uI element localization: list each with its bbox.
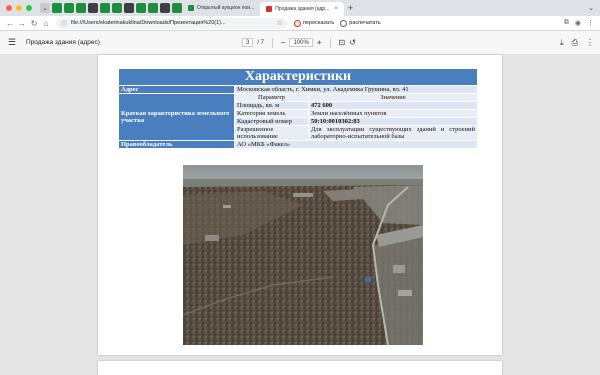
pdf-actions: ⤓ ⎙ ⋮ [560, 38, 594, 48]
file-info-icon[interactable]: ⓘ [61, 19, 67, 28]
print-chip-icon [340, 19, 348, 27]
table-cell-param: Кадастровый номер [234, 117, 309, 126]
forward-arrow-icon[interactable]: → [16, 19, 28, 28]
pinned-tab-11[interactable] [172, 3, 182, 13]
address-bar: ← → ↻ ⌂ ⓘ file:///Users/ekaterinakuklina… [0, 16, 600, 31]
pinned-tab-6[interactable] [112, 3, 122, 13]
land-label: Краткая характеристика земельного участк… [118, 93, 235, 141]
table-cell-value: Земли населённых пунктов [308, 109, 478, 118]
pinned-tab-9[interactable] [148, 3, 158, 13]
pinned-tab-1[interactable] [52, 3, 62, 13]
menu-hamburger-icon[interactable]: ☰ [0, 37, 24, 48]
document-title: Продажа здания (адрес) [26, 39, 100, 46]
home-icon[interactable]: ⌂ [40, 19, 52, 28]
more-actions-icon[interactable]: ⋮ [586, 38, 594, 48]
minimize-window-button[interactable] [16, 5, 22, 11]
aerial-photo [183, 165, 423, 345]
zoom-in-button[interactable]: + [317, 38, 322, 47]
page-number-input[interactable]: 3 [242, 38, 254, 47]
reload-icon[interactable]: ↻ [28, 19, 40, 28]
toolbar-divider [272, 37, 274, 48]
pinned-tab-2[interactable] [64, 3, 74, 13]
address-value: Московская область, г. Химки, ул. Академ… [234, 85, 478, 94]
owner-label: Правообладатель [118, 140, 235, 149]
table-cell-value: Для эксплуатации существующих зданий и с… [308, 125, 478, 141]
rotate-icon[interactable]: ↺ [349, 38, 356, 47]
back-arrow-icon[interactable]: ← [4, 19, 16, 28]
tab-strip: ⌄ Открытый аукцион пои... Продажа здания… [0, 0, 600, 16]
tab-favicon-icon [188, 5, 194, 11]
tab-pdf-active[interactable]: Продажа здания (адр... × [260, 2, 344, 16]
table-cell-param: Категория земель [234, 109, 309, 118]
zoom-input[interactable]: 100% [289, 38, 313, 47]
retell-button[interactable]: пересказать [294, 19, 335, 27]
pinned-tab-3[interactable] [76, 3, 86, 13]
tab-list-chevron-icon[interactable]: ⌄ [588, 4, 594, 12]
menu-dots-icon[interactable]: ⋮ [587, 19, 594, 27]
maximize-window-button[interactable] [26, 5, 32, 11]
pdf-viewer[interactable]: Характеристики Адрес Московская область,… [0, 55, 600, 375]
table-cell-param: Разрешенное использование [234, 125, 309, 141]
pinned-tab-5[interactable] [100, 3, 110, 13]
toolbar-right: ⧉ ◉ ⋮ [564, 19, 594, 27]
tab-label: Открытый аукцион пои... [197, 5, 255, 11]
pinned-tab-8[interactable] [136, 3, 146, 13]
retell-label: пересказать [303, 20, 335, 26]
url-text: file:///Users/ekaterinakuklina/Downloads… [71, 20, 226, 26]
characteristics-table: Характеристики Адрес Московская область,… [118, 68, 478, 149]
pinned-tab-7[interactable] [124, 3, 134, 13]
next-pdf-page [98, 361, 502, 375]
pdf-favicon-icon [266, 6, 273, 12]
close-window-button[interactable] [6, 5, 12, 11]
tab-search-icon[interactable]: ⌄ [40, 3, 50, 13]
address-label: Адрес [118, 85, 235, 94]
profile-icon[interactable]: ◉ [575, 19, 581, 27]
table-heading: Характеристики [118, 68, 478, 86]
print-chip-label: распечатать [349, 20, 381, 26]
aerial-photo-image [183, 165, 423, 345]
extensions-icon[interactable]: ⧉ [564, 19, 569, 27]
pinned-tab-4[interactable] [88, 3, 98, 13]
pinned-tab-10[interactable] [160, 3, 170, 13]
pinned-tabs: ⌄ [40, 3, 182, 13]
url-input[interactable]: ⓘ file:///Users/ekaterinakuklina/Downloa… [56, 17, 288, 29]
owner-value: АО «МКБ «Факел» [234, 140, 478, 149]
page-total: / 7 [257, 39, 265, 46]
retell-icon [294, 19, 301, 27]
bookmark-star-icon[interactable]: ☆ [277, 19, 283, 27]
table-cell-param: Площадь, кв. м [234, 101, 309, 110]
download-icon[interactable]: ⤓ [560, 38, 564, 48]
table-cell-value: 50:10:0010302:83 [308, 117, 478, 126]
value-header: Значение [308, 93, 478, 102]
page-controls: 3 / 7 – 100% + ⊡ ↺ [242, 37, 356, 48]
close-tab-icon[interactable]: × [334, 6, 338, 12]
fit-page-icon[interactable]: ⊡ [339, 38, 346, 47]
pdf-toolbar: ☰ Продажа здания (адрес) 3 / 7 – 100% + … [0, 31, 600, 55]
window-controls [6, 5, 32, 11]
print-chip-button[interactable]: распечатать [340, 19, 381, 27]
table-cell-value: 472 600 [308, 101, 478, 110]
toolbar-divider [329, 37, 331, 48]
param-header: Параметр [234, 93, 309, 102]
zoom-out-button[interactable]: – [281, 38, 285, 47]
new-tab-button[interactable]: + [348, 3, 353, 13]
print-icon[interactable]: ⎙ [572, 38, 578, 48]
tab-auction[interactable]: Открытый аукцион пои... [182, 2, 260, 14]
pdf-page: Характеристики Адрес Московская область,… [98, 55, 502, 355]
tab-label: Продажа здания (адр... [275, 6, 330, 12]
